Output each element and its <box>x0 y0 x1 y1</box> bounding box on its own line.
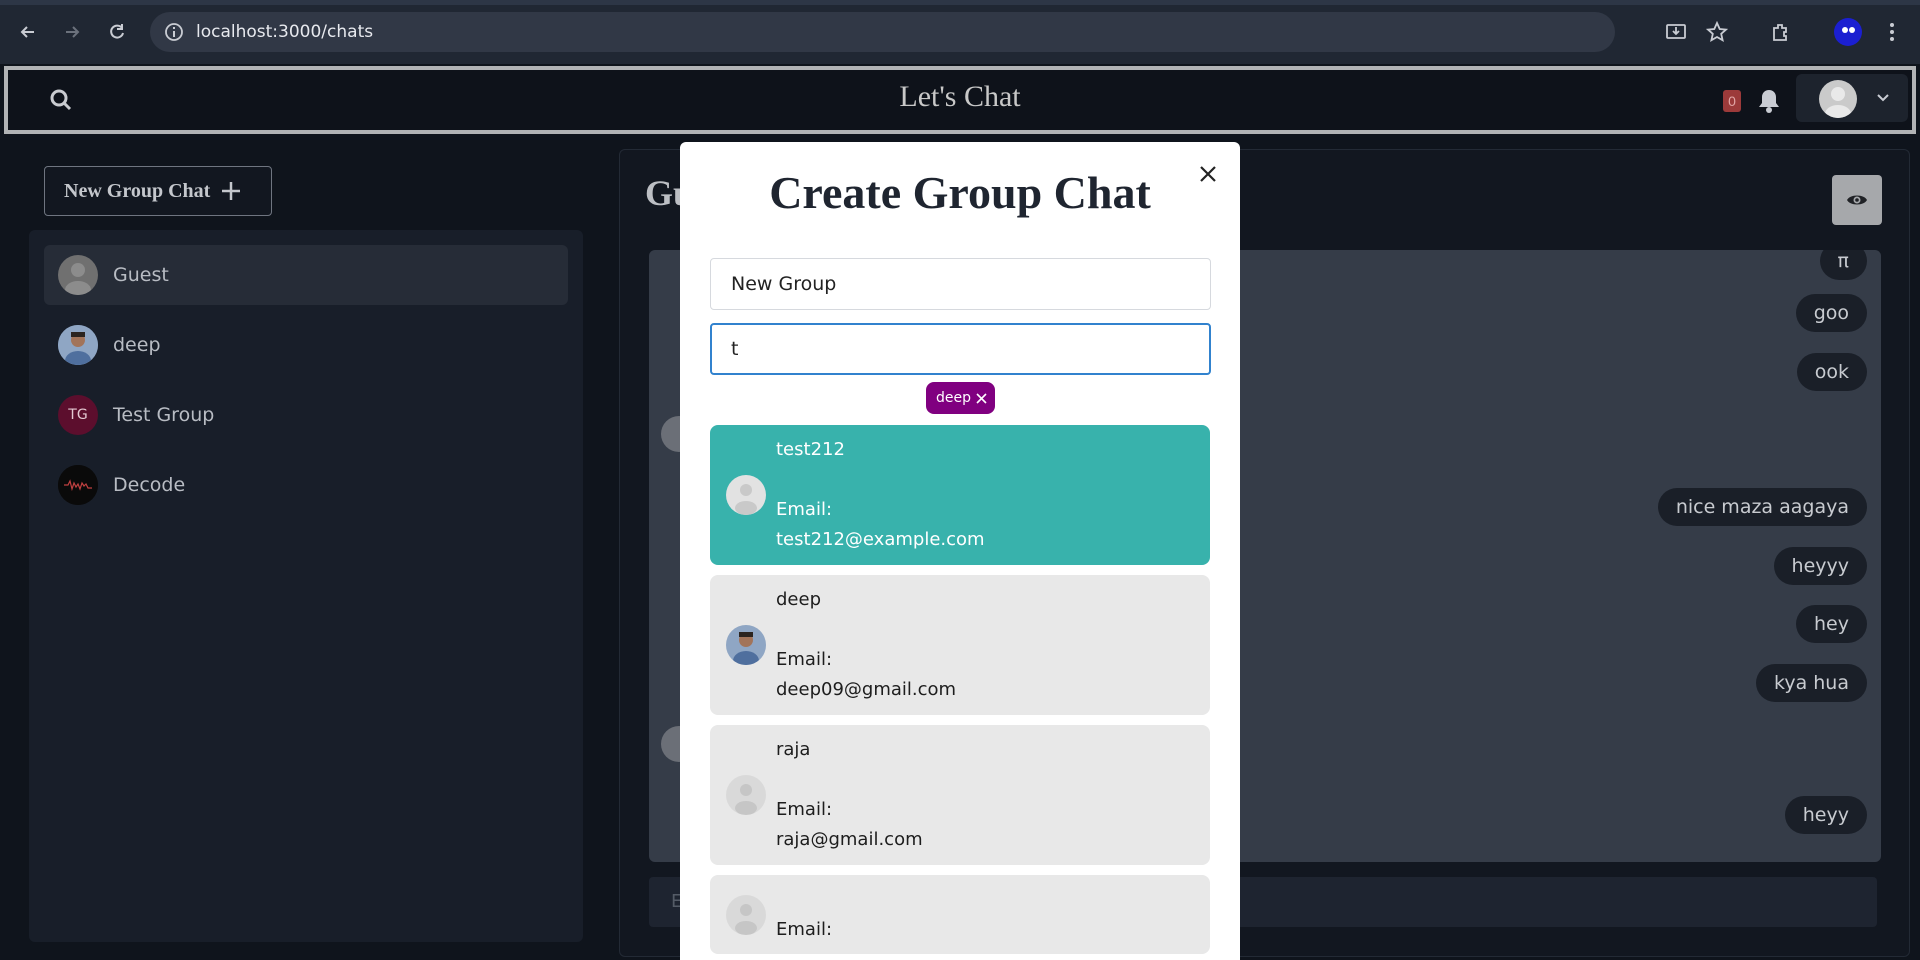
user-name: deep <box>776 589 821 610</box>
message-bubble: π <box>1819 250 1867 280</box>
message-bubble: heyy <box>1784 796 1867 834</box>
chevron-down-icon <box>1874 88 1892 106</box>
user-avatar <box>726 475 766 515</box>
tab-strip <box>0 0 1920 5</box>
site-info-icon[interactable] <box>164 22 184 42</box>
eye-icon <box>1847 195 1867 205</box>
url-text: localhost:3000/chats <box>196 22 374 42</box>
new-group-chat-label: New Group Chat <box>64 179 211 202</box>
remove-tag-icon[interactable] <box>976 392 987 404</box>
app-title: Let's Chat <box>899 80 1021 113</box>
message-bubble: hey <box>1796 605 1867 643</box>
chat-list-panel: Guest deep TG Test Group Decode <box>29 230 583 942</box>
browser-menu-icon[interactable] <box>1878 18 1906 46</box>
message-bubble: kya hua <box>1756 664 1867 702</box>
browser-toolbar: localhost:3000/chats <box>0 0 1920 64</box>
user-email: deep09@gmail.com <box>776 679 957 700</box>
chat-item-guest[interactable]: Guest <box>44 245 568 305</box>
user-email-label: Email: <box>776 649 833 670</box>
chat-name: Guest <box>113 264 169 286</box>
user-avatar <box>726 625 766 665</box>
chat-item-deep[interactable]: deep <box>44 315 568 375</box>
user-email: raja@gmail.com <box>776 829 923 850</box>
modal-title: Create Group Chat <box>769 167 1151 218</box>
user-email: test212@example.com <box>776 529 985 550</box>
chat-name: Test Group <box>113 404 215 426</box>
address-bar[interactable]: localhost:3000/chats <box>150 12 1615 52</box>
user-email-label: Email: <box>776 799 833 820</box>
message-bubble: goo <box>1795 294 1867 332</box>
message-bubble: heyyy <box>1773 547 1867 585</box>
tag-label: deep <box>936 390 971 406</box>
chat-name: deep <box>113 334 161 356</box>
extensions-icon[interactable] <box>1767 18 1795 46</box>
profile-menu-button[interactable] <box>1796 74 1908 122</box>
user-avatar <box>726 775 766 815</box>
reload-icon[interactable] <box>101 16 133 48</box>
chat-avatar <box>58 255 98 295</box>
new-group-chat-button[interactable]: New Group Chat <box>44 166 272 216</box>
user-name: raja <box>776 739 811 760</box>
user-avatar <box>1819 80 1857 118</box>
browser-profile-avatar[interactable] <box>1834 18 1862 46</box>
user-email-label: Email: <box>776 499 833 520</box>
chat-avatar <box>58 325 98 365</box>
install-app-icon[interactable] <box>1662 18 1690 46</box>
user-name: test212 <box>776 439 845 460</box>
user-search-input[interactable]: t <box>710 323 1211 375</box>
user-result-deep[interactable]: deep Email: deep09@gmail.com <box>710 575 1210 715</box>
user-result-raja[interactable]: raja Email: raja@gmail.com <box>710 725 1210 865</box>
user-email-label: Email: <box>776 919 833 940</box>
bookmark-star-icon[interactable] <box>1703 18 1731 46</box>
selected-user-tag[interactable]: deep <box>926 382 995 414</box>
user-result-test212[interactable]: test212 Email: test212@example.com <box>710 425 1210 565</box>
bell-icon[interactable] <box>1757 88 1781 114</box>
forward-icon[interactable] <box>56 16 88 48</box>
message-bubble: ook <box>1796 353 1867 391</box>
plus-icon <box>222 182 241 200</box>
back-icon[interactable] <box>12 16 44 48</box>
group-name-input[interactable]: New Group <box>710 258 1211 310</box>
chat-item-test-group[interactable]: TG Test Group <box>44 385 568 445</box>
close-icon[interactable] <box>1194 160 1222 188</box>
app-header: Let's Chat 0 <box>4 66 1916 134</box>
user-avatar <box>726 895 766 935</box>
chat-item-decode[interactable]: Decode <box>44 455 568 515</box>
create-group-modal: Create Group Chat New Group t deep test2… <box>680 142 1240 960</box>
view-profile-button[interactable] <box>1832 175 1882 225</box>
notification-count-badge: 0 <box>1723 90 1741 112</box>
chat-name: Decode <box>113 474 186 496</box>
chat-avatar-initials: TG <box>58 395 98 435</box>
chat-avatar <box>58 465 98 505</box>
message-bubble: nice maza aagaya <box>1657 488 1867 526</box>
user-result-partial[interactable]: Email: <box>710 875 1210 954</box>
